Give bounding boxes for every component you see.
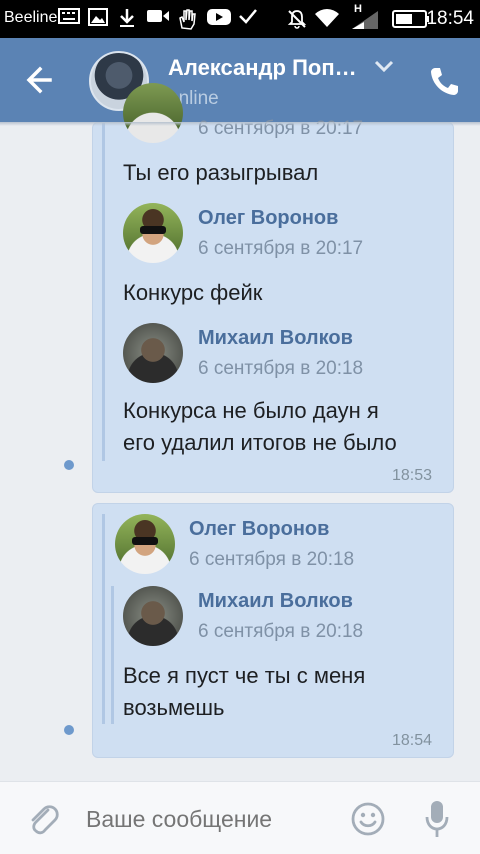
message-input-bar (0, 781, 480, 854)
phone-icon[interactable] (428, 65, 460, 97)
chat-title[interactable]: Александр Поп… (168, 55, 357, 81)
download-icon (118, 8, 136, 28)
header-shadow (0, 122, 480, 126)
avatar[interactable] (123, 203, 183, 263)
wifi-icon (314, 8, 340, 28)
message-time: 18:54 (392, 732, 433, 749)
forward-date: 6 сентября в 20:18 (198, 358, 364, 379)
chevron-down-icon[interactable] (373, 58, 395, 74)
forward-text-line: возьмешь (123, 695, 225, 720)
status-time: 18:54 (426, 8, 474, 29)
forward-date: 6 сентября в 20:18 (198, 621, 364, 642)
mute-icon (286, 8, 308, 30)
forward-line (102, 514, 105, 724)
youtube-icon (206, 8, 232, 26)
back-arrow-icon[interactable] (22, 62, 62, 98)
forward-text: Конкурс фейк (123, 280, 263, 305)
forward-date: 6 сентября в 20:18 (189, 549, 355, 570)
battery-icon (392, 10, 430, 28)
message-input[interactable] (86, 802, 336, 836)
nested-forward-line (111, 586, 114, 724)
avatar (123, 83, 183, 143)
forward-text-line: его удалил итогов не было (123, 430, 397, 455)
forward-text-line: Конкурса не было даун я (123, 398, 379, 423)
avatar[interactable] (123, 323, 183, 383)
avatar[interactable] (123, 586, 183, 646)
message-bubble[interactable]: Олег Воронов 6 сентября в 20:18 Михаил В… (92, 503, 454, 758)
check-icon (238, 8, 258, 24)
smile-icon[interactable] (350, 801, 386, 837)
forward-date: 6 сентября в 20:17 (198, 238, 364, 259)
video-icon (146, 8, 170, 24)
microphone-icon[interactable] (424, 799, 450, 839)
forward-author[interactable]: Михаил Волков (198, 327, 353, 350)
forward-line (102, 123, 105, 461)
chat-header: Александр Поп… online (0, 38, 480, 122)
forward-text: Ты его разыгрывал (123, 160, 319, 185)
keyboard-icon (58, 8, 80, 24)
message-bubble[interactable]: 6 сентября в 20:17 Ты его разыгрывал Оле… (92, 83, 454, 493)
forward-author[interactable]: Олег Воронов (189, 518, 329, 541)
unread-dot (64, 725, 74, 735)
hand-icon (176, 8, 198, 30)
forward-text-line: Все я пуст че ты с меня (123, 663, 366, 688)
forward-author[interactable]: Михаил Волков (198, 590, 353, 613)
carrier-label: Beeline (4, 9, 58, 26)
unread-dot (64, 460, 74, 470)
forward-author[interactable]: Олег Воронов (198, 207, 338, 230)
avatar[interactable] (115, 514, 175, 574)
signal-icon (350, 10, 380, 30)
paperclip-icon[interactable] (26, 802, 60, 836)
status-bar: Beeline H 18:54 (0, 0, 480, 38)
image-icon (88, 8, 108, 26)
message-time: 18:53 (392, 467, 433, 484)
